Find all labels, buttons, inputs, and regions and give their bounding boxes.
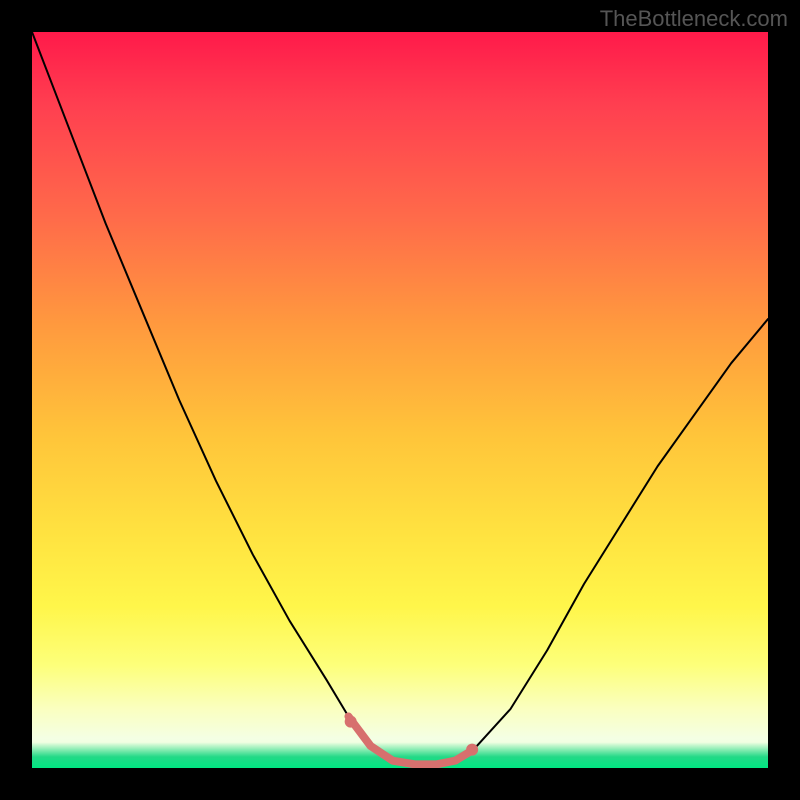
bottleneck-curve-path xyxy=(32,32,768,764)
fit-endpoint-left-dot xyxy=(345,716,357,728)
chart-plot-area xyxy=(32,32,768,768)
fit-endpoint-right-dot xyxy=(466,744,478,756)
fit-region-path xyxy=(348,716,473,764)
watermark-text: TheBottleneck.com xyxy=(600,6,788,32)
chart-svg xyxy=(32,32,768,768)
